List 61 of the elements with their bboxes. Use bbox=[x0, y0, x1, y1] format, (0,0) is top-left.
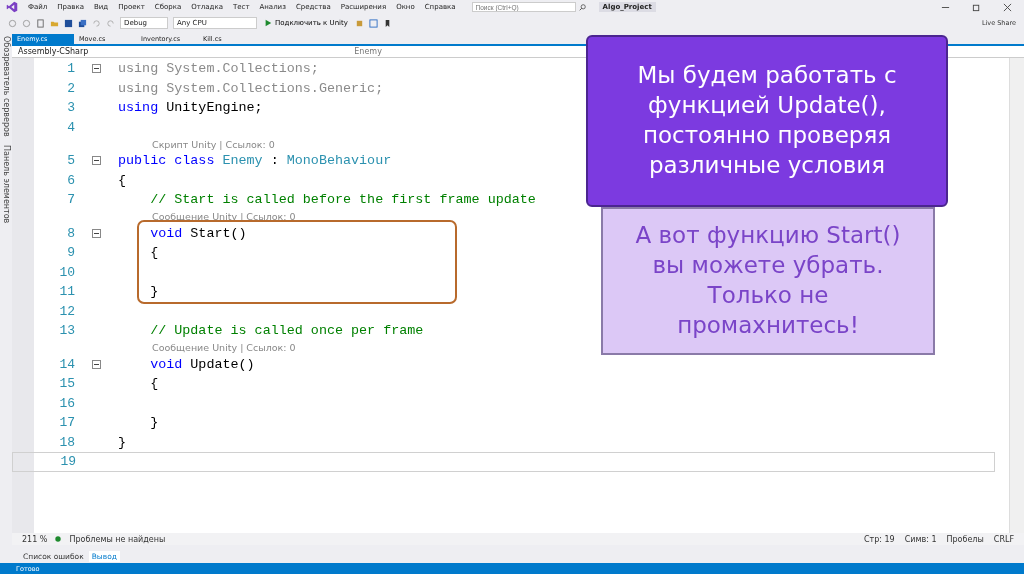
code-line: { bbox=[149, 376, 159, 392]
code-line: using System.Collections; bbox=[118, 61, 319, 77]
line-number: 15 bbox=[58, 376, 75, 392]
line-number: 3 bbox=[66, 100, 75, 116]
line-number: 14 bbox=[58, 356, 75, 372]
code-line: void Update() bbox=[149, 356, 255, 372]
line-number: 11 bbox=[58, 284, 75, 300]
line-number: 17 bbox=[58, 415, 75, 431]
line-number: 12 bbox=[58, 303, 75, 319]
line-number: 7 bbox=[66, 192, 75, 208]
code-line: } bbox=[118, 434, 127, 450]
callout-note: А вот функцию Start() вы можете убрать. Только не промахнитесь! bbox=[601, 207, 935, 355]
callout-note: Мы будем работать с функцией Update(), постоянно проверяя различные условия bbox=[586, 35, 948, 207]
code-line: } bbox=[149, 284, 159, 300]
collapse-icon[interactable] bbox=[92, 156, 101, 166]
line-number: 8 bbox=[66, 225, 75, 241]
collapse-icon[interactable] bbox=[92, 359, 101, 369]
problems-status[interactable]: Проблемы не найдены bbox=[67, 534, 168, 544]
line-number: 6 bbox=[66, 172, 75, 188]
vs-logo-icon bbox=[6, 1, 18, 13]
code-line: { bbox=[118, 172, 127, 188]
vertical-scrollbar[interactable] bbox=[1009, 58, 1024, 533]
line-number: 19 bbox=[59, 454, 76, 470]
collapse-icon[interactable] bbox=[92, 228, 101, 238]
codelens-hint[interactable]: Скрипт Unity | Ссылок: 0 bbox=[152, 138, 275, 150]
codelens-hint[interactable]: Сообщение Unity | Ссылок: 0 bbox=[152, 342, 296, 353]
column-indicator: Симв: 1 bbox=[903, 534, 938, 544]
zoom-dropdown[interactable]: 211 % bbox=[20, 534, 50, 544]
code-line: using System.Collections.Generic; bbox=[118, 80, 384, 96]
class-dropdown[interactable]: Enemy bbox=[348, 47, 388, 56]
collapse-icon[interactable] bbox=[92, 64, 101, 74]
line-number: 2 bbox=[66, 80, 75, 96]
line-number: 1 bbox=[66, 61, 75, 77]
line-number: 10 bbox=[58, 264, 75, 280]
code-line: // Update is called once per frame bbox=[149, 323, 424, 339]
code-line: // Start is called before the first frame update bbox=[149, 192, 536, 208]
play-icon bbox=[264, 19, 272, 27]
side-panel-tab[interactable]: Панель элементов bbox=[1, 144, 11, 223]
restore-icon[interactable] bbox=[972, 2, 981, 12]
code-line: public class Enemy : MonoBehaviour bbox=[118, 153, 392, 169]
whitespace-indicator[interactable]: Пробелы bbox=[944, 534, 986, 544]
line-number: 13 bbox=[58, 323, 75, 339]
line-number: 9 bbox=[66, 245, 75, 261]
code-line: void Start() bbox=[149, 225, 247, 241]
line-number: 16 bbox=[58, 395, 75, 411]
line-number: 4 bbox=[66, 119, 75, 135]
search-icon bbox=[578, 3, 586, 11]
side-panel-tab[interactable]: Обозреватель серверов bbox=[1, 36, 11, 137]
code-line: using UnityEngine; bbox=[118, 100, 263, 116]
line-number: 18 bbox=[58, 434, 75, 450]
save-icon[interactable] bbox=[64, 18, 73, 28]
project-dropdown[interactable]: Assembly-CSharp bbox=[12, 47, 95, 56]
new-project-icon[interactable] bbox=[36, 18, 45, 28]
line-ending-indicator[interactable]: CRLF bbox=[991, 534, 1016, 544]
check-icon bbox=[55, 536, 62, 542]
line-indicator: Стр: 19 bbox=[862, 534, 896, 544]
code-line: } bbox=[149, 415, 159, 431]
code-line: { bbox=[149, 245, 159, 261]
line-number: 5 bbox=[66, 153, 75, 169]
close-icon[interactable] bbox=[1003, 2, 1012, 12]
save-all-icon[interactable] bbox=[78, 18, 87, 28]
